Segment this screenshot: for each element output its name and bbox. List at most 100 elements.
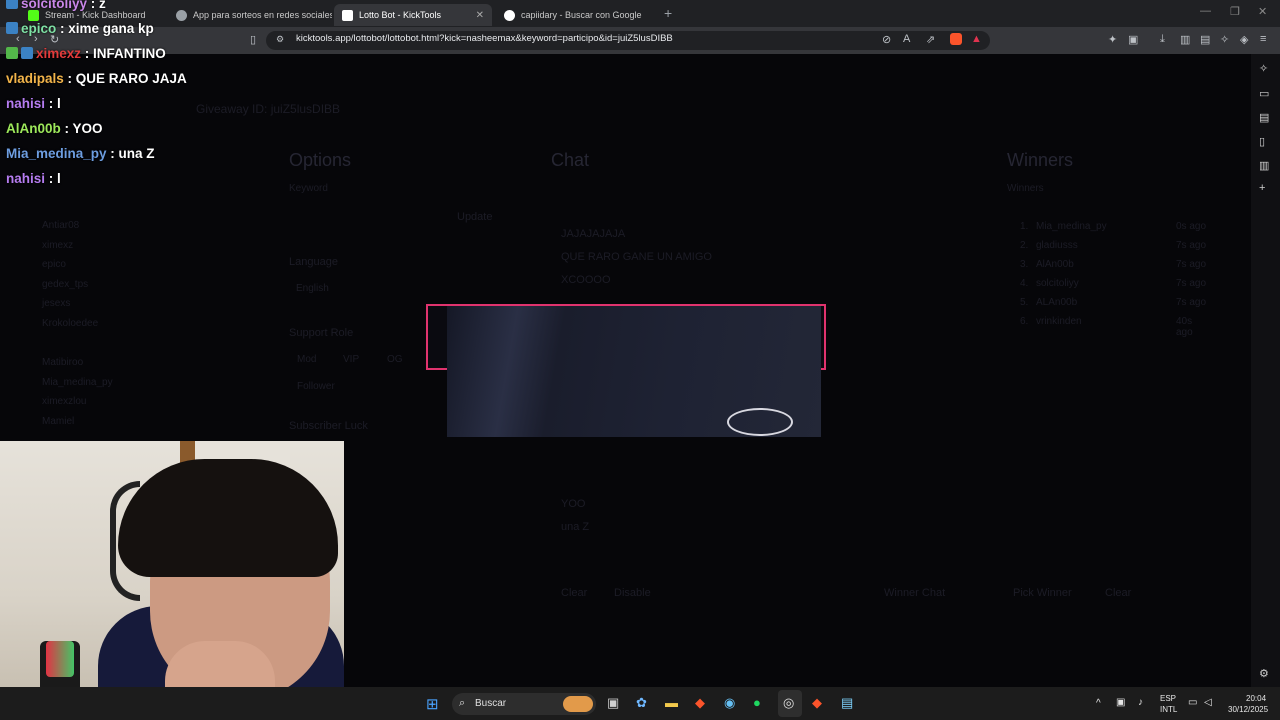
search-highlight-icon bbox=[563, 696, 593, 712]
notepad-icon[interactable]: ▤ bbox=[841, 695, 853, 711]
language-indicator-bottom[interactable]: INTL bbox=[1160, 705, 1177, 714]
browser-tab-strip: Stream - Kick Dashboard App para sorteos… bbox=[0, 0, 1280, 27]
chat-disable-button[interactable]: Disable bbox=[614, 587, 651, 599]
winner-row: 2. gladiusss 7s ago bbox=[1020, 240, 1210, 259]
support-role-label: Support Role bbox=[289, 327, 354, 339]
winner-chat-button[interactable]: Winner Chat bbox=[884, 587, 945, 599]
kicktools-icon bbox=[342, 9, 353, 21]
winner-rank: 5. bbox=[1020, 297, 1029, 308]
obs-icon[interactable]: ◎ bbox=[783, 695, 794, 711]
bookmarks-sidebar-icon[interactable]: ▯ bbox=[1259, 135, 1265, 148]
translate-icon[interactable]: A bbox=[903, 33, 910, 45]
copilot-icon[interactable]: ✿ bbox=[636, 695, 647, 711]
network-icon[interactable]: ▭ bbox=[1188, 697, 1197, 708]
screenshot-icon[interactable]: ▣ bbox=[1128, 33, 1138, 46]
volume-icon[interactable]: ◁ bbox=[1204, 697, 1212, 708]
chat-overlay-line: nahisi : l bbox=[6, 96, 61, 111]
share-icon[interactable]: ⇗ bbox=[926, 33, 935, 46]
role-mod-button[interactable]: Mod bbox=[297, 354, 316, 365]
tab-label: Stream - Kick Dashboard bbox=[45, 10, 146, 20]
winner-time: 7s ago bbox=[1176, 240, 1207, 251]
chat-message: l bbox=[57, 171, 61, 186]
winners-clear-button[interactable]: Clear bbox=[1105, 587, 1131, 599]
chat-user: nahisi bbox=[6, 171, 46, 186]
spotify-icon[interactable]: ● bbox=[753, 695, 761, 710]
file-explorer-icon[interactable]: ▬ bbox=[665, 695, 678, 710]
camera-off-icon[interactable]: ⊘ bbox=[882, 33, 891, 46]
chat-clear-button[interactable]: Clear bbox=[561, 587, 587, 599]
participant: Antiar08 bbox=[42, 220, 80, 231]
options-title: Options bbox=[289, 150, 352, 170]
talk-sidebar-icon[interactable]: ▭ bbox=[1259, 87, 1269, 100]
sidebar-toggle-icon[interactable]: ▥ bbox=[1180, 33, 1190, 46]
leo-sidebar-icon[interactable]: ✧ bbox=[1259, 62, 1268, 75]
vpn-icon[interactable]: ◈ bbox=[1240, 33, 1248, 46]
chat-overlay-line: Mia_medina_py : una Z bbox=[6, 146, 155, 161]
pick-winner-button[interactable]: Pick Winner bbox=[1013, 587, 1072, 599]
wallet-icon[interactable]: ▤ bbox=[1200, 33, 1210, 46]
kick-icon bbox=[28, 9, 39, 21]
chat-overlay-line: solcitoliyy : z bbox=[6, 0, 106, 11]
language-select[interactable]: English bbox=[296, 283, 329, 294]
chat-user: epico bbox=[21, 21, 57, 36]
tab-label: Lotto Bot - KickTools bbox=[359, 10, 442, 20]
chat-user: AlAn00b bbox=[6, 121, 61, 136]
chat-user: ximexz bbox=[36, 46, 82, 61]
role-vip-button[interactable]: VIP bbox=[343, 354, 359, 365]
winners-list: 1. Mia_medina_py 0s ago 2. gladiusss 7s … bbox=[1020, 221, 1210, 338]
role-follower-button[interactable]: Follower bbox=[297, 381, 335, 392]
participant: Krokoloedee bbox=[42, 317, 99, 329]
bookmark-icon[interactable]: ▯ bbox=[250, 33, 256, 46]
windows-start-icon[interactable]: ⊞ bbox=[426, 695, 439, 713]
winner-time: 7s ago bbox=[1176, 278, 1207, 289]
reading-list-icon[interactable]: ▥ bbox=[1259, 159, 1269, 172]
update-button[interactable]: Update bbox=[457, 211, 492, 223]
menu-icon[interactable]: ≡ bbox=[1260, 33, 1266, 45]
new-tab-icon[interactable]: + bbox=[664, 5, 672, 21]
leo-ai-icon[interactable]: ✧ bbox=[1220, 33, 1229, 46]
winner-time: 7s ago bbox=[1176, 297, 1207, 308]
winner-rank: 3. bbox=[1020, 259, 1029, 270]
participant: ximexzlou bbox=[42, 396, 87, 408]
tab-lotto-bot[interactable]: Lotto Bot - KickTools ✕ bbox=[334, 4, 492, 26]
tray-overflow-icon[interactable]: ^ bbox=[1096, 698, 1101, 709]
participant: epico bbox=[42, 259, 66, 271]
tab-google-search[interactable]: capiidary - Buscar con Google bbox=[496, 4, 660, 26]
tray-app-icon[interactable]: ▣ bbox=[1116, 697, 1125, 708]
minimize-icon[interactable]: — bbox=[1200, 5, 1211, 17]
site-info-icon[interactable]: ⚙ bbox=[276, 34, 284, 45]
logo-shape bbox=[727, 408, 793, 436]
language-indicator-top[interactable]: ESP bbox=[1160, 694, 1176, 703]
chat-overlay-line: ximexz : INFANTINO bbox=[6, 46, 166, 61]
winner-name: ALAn00b bbox=[1036, 297, 1078, 308]
brave-beta-icon[interactable]: ◆ bbox=[812, 695, 822, 711]
sidebar-settings-icon[interactable]: ⚙ bbox=[1259, 667, 1269, 680]
brave-rewards-icon[interactable]: ▲ bbox=[971, 33, 982, 45]
winner-row: 3. AlAn00b 7s ago bbox=[1020, 259, 1210, 278]
close-tab-icon[interactable]: ✕ bbox=[476, 10, 484, 21]
steam-icon[interactable]: ◉ bbox=[724, 695, 735, 711]
brave-taskbar-icon[interactable]: ◆ bbox=[695, 695, 705, 711]
participant: ximexz bbox=[42, 239, 74, 251]
mic-rgb-light bbox=[46, 641, 74, 677]
chat-line: JAJAJAJAJA bbox=[561, 228, 626, 240]
clock-date[interactable]: 30/12/2025 bbox=[1228, 705, 1268, 714]
role-og-button[interactable]: OG bbox=[387, 354, 403, 365]
chat-message: YOO bbox=[72, 121, 103, 136]
download-icon[interactable]: ⤓ bbox=[1160, 33, 1165, 46]
extensions-icon[interactable]: ✦ bbox=[1108, 33, 1117, 46]
chat-overlay-line: nahisi : l bbox=[6, 171, 61, 186]
chat-line: QUE RARO GANE UN AMIGO bbox=[561, 251, 712, 263]
winner-name: gladiusss bbox=[1036, 240, 1078, 251]
add-sidebar-icon[interactable]: + bbox=[1259, 182, 1265, 194]
clock-time[interactable]: 20:04 bbox=[1246, 694, 1266, 703]
brave-shields-icon[interactable] bbox=[950, 33, 962, 45]
language-label: Language bbox=[289, 256, 338, 268]
maximize-icon[interactable]: ❐ bbox=[1230, 5, 1240, 18]
tab-sorteos[interactable]: App para sorteos en redes sociales bbox=[168, 4, 332, 26]
close-window-icon[interactable]: ✕ bbox=[1258, 5, 1267, 18]
wallet-sidebar-icon[interactable]: ▤ bbox=[1259, 111, 1269, 124]
task-view-icon[interactable]: ▣ bbox=[607, 695, 619, 711]
chat-message: INFANTINO bbox=[93, 46, 166, 61]
microphone-icon[interactable]: ♪ bbox=[1138, 697, 1143, 708]
